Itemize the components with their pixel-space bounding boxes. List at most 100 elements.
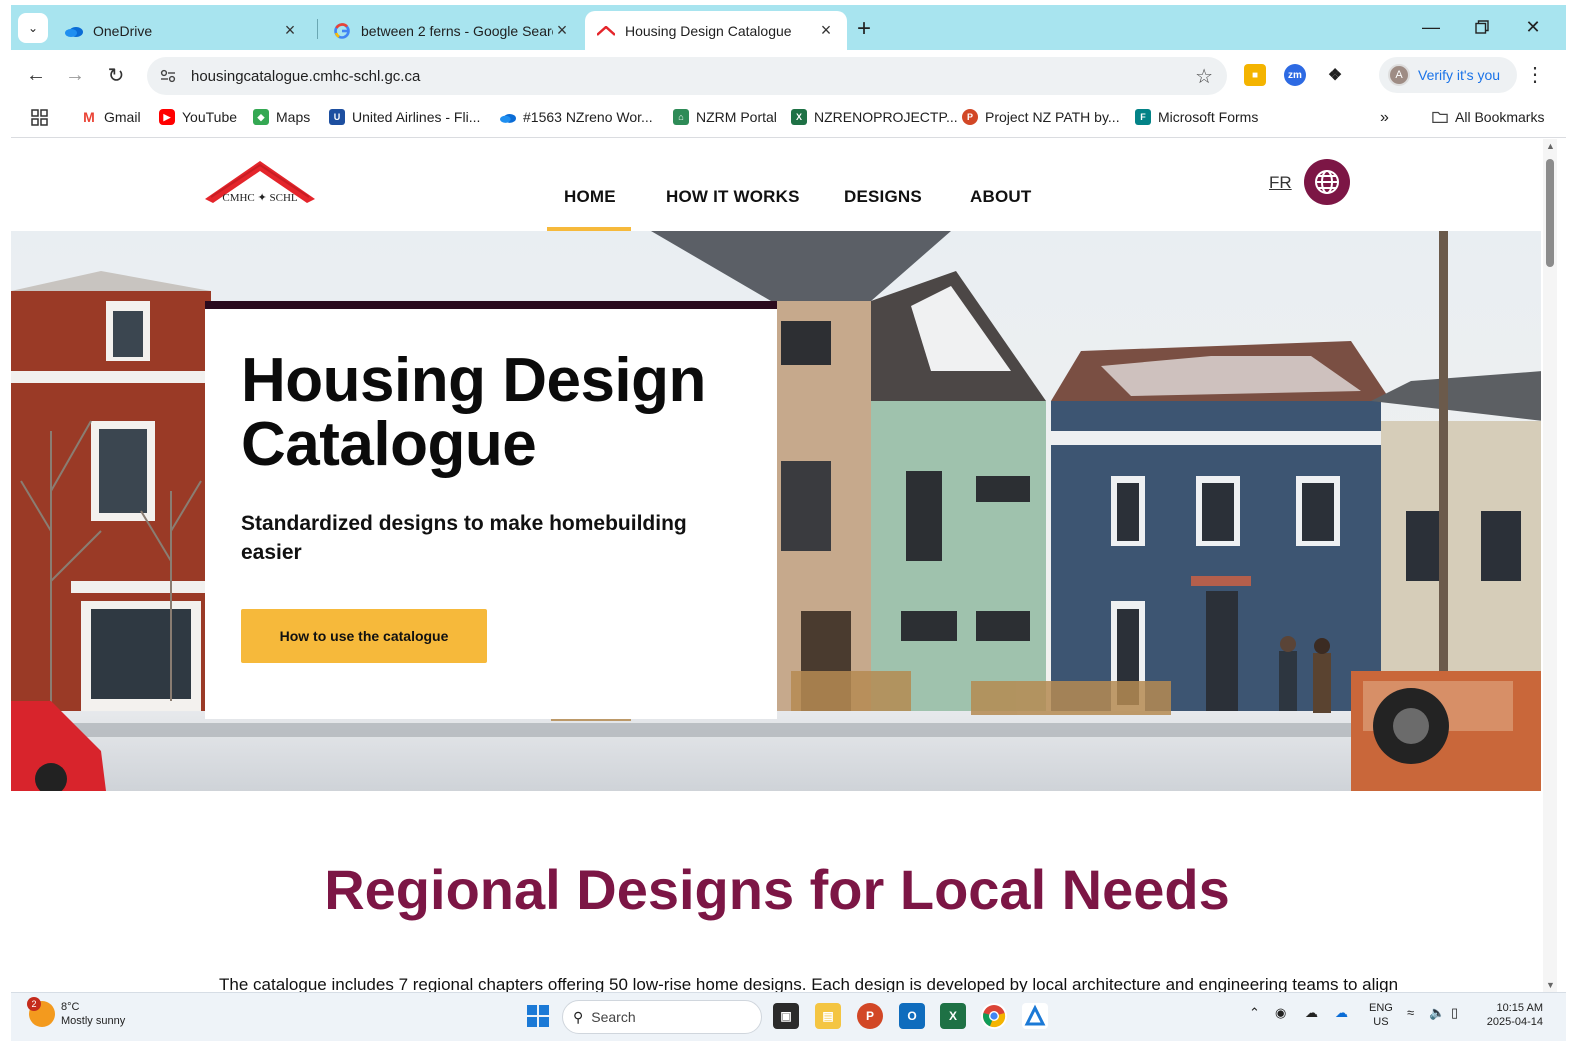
- cmhc-logo[interactable]: CMHC ✦ SCHL: [203, 157, 317, 209]
- windows-start-icon[interactable]: [525, 1003, 551, 1029]
- extension-sticky-icon[interactable]: ■: [1244, 64, 1266, 86]
- file-explorer-icon[interactable]: ▤: [815, 1003, 841, 1029]
- profile-button[interactable]: A Verify it's you: [1379, 57, 1517, 93]
- web-page: CMHC ✦ SCHL HOME HOW IT WORKS DESIGNS AB…: [11, 139, 1541, 992]
- tab-search-button[interactable]: ⌄: [18, 13, 48, 43]
- bookmark-microsoft-forms[interactable]: F Microsoft Forms: [1135, 109, 1258, 125]
- clock-time: 10:15 AM: [1496, 1002, 1543, 1014]
- scroll-down-arrow-icon[interactable]: ▼: [1546, 980, 1555, 990]
- taskbar-search[interactable]: ⚲ Search: [562, 1000, 762, 1034]
- globe-icon[interactable]: [1304, 159, 1350, 205]
- system-clock[interactable]: 10:15 AM 2025-04-14: [1481, 1001, 1543, 1029]
- wifi-icon[interactable]: ≈: [1407, 1005, 1414, 1020]
- chrome-icon[interactable]: [981, 1003, 1007, 1029]
- tray-app-icon[interactable]: ◉: [1275, 1005, 1286, 1021]
- bookmarks-bar: M Gmail ▶ YouTube ◆ Maps U United Airlin…: [11, 100, 1566, 138]
- restore-icon: [1475, 20, 1489, 34]
- bookmark-united[interactable]: U United Airlines - Fli...: [329, 109, 480, 125]
- tab-housing-catalogue[interactable]: Housing Design Catalogue ×: [585, 11, 847, 50]
- back-button[interactable]: ←: [23, 62, 49, 88]
- minimize-button[interactable]: —: [1411, 13, 1451, 41]
- bookmark-nzrenoprojectp[interactable]: X NZRENOPROJECTP...: [791, 109, 958, 125]
- all-bookmarks-label: All Bookmarks: [1455, 109, 1545, 125]
- close-icon[interactable]: ×: [553, 20, 571, 41]
- maps-icon: ◆: [253, 109, 269, 125]
- bookmark-label: Microsoft Forms: [1158, 109, 1259, 125]
- close-icon[interactable]: ×: [817, 20, 835, 41]
- sun-icon: 2: [27, 997, 55, 1027]
- nav-home[interactable]: HOME: [564, 187, 616, 207]
- volume-muted-icon[interactable]: 🔈: [1429, 1005, 1445, 1021]
- chevron-down-icon: ⌄: [27, 21, 39, 35]
- show-hidden-icons-chevron-icon[interactable]: ⌃: [1249, 1005, 1260, 1021]
- youtube-icon: ▶: [159, 109, 175, 125]
- bookmark-label: Gmail: [104, 109, 141, 125]
- search-icon: ⚲: [573, 1008, 584, 1025]
- close-icon[interactable]: ×: [281, 20, 299, 41]
- how-to-use-catalogue-button[interactable]: How to use the catalogue: [241, 609, 487, 663]
- new-tab-button[interactable]: +: [857, 15, 871, 43]
- avatar: A: [1388, 64, 1410, 86]
- bookmark-youtube[interactable]: ▶ YouTube: [159, 109, 237, 125]
- scroll-thumb[interactable]: [1546, 159, 1554, 267]
- browser-toolbar: ← → ↻ housingcatalogue.cmhc-schl.gc.ca ☆…: [11, 50, 1566, 100]
- bookmark-label: Project NZ PATH by...: [985, 109, 1120, 125]
- powerpoint-icon[interactable]: P: [857, 1003, 883, 1029]
- forward-button[interactable]: →: [62, 62, 88, 88]
- nav-how-it-works[interactable]: HOW IT WORKS: [666, 187, 800, 207]
- bookmark-gmail[interactable]: M Gmail: [81, 109, 141, 125]
- apps-grid-icon[interactable]: [31, 109, 48, 126]
- logo-wordmark: CMHC ✦ SCHL: [222, 192, 298, 204]
- profile-label: Verify it's you: [1418, 67, 1501, 83]
- browser-window: ⌄ OneDrive × between 2 ferns - Google Se…: [11, 5, 1566, 1041]
- weather-temp: 8°C: [61, 1001, 80, 1013]
- language-toggle-fr[interactable]: FR: [1269, 173, 1292, 193]
- nav-about[interactable]: ABOUT: [970, 187, 1031, 207]
- page-scrollbar[interactable]: ▲ ▼: [1543, 139, 1557, 992]
- bookmark-label: NZRM Portal: [696, 109, 777, 125]
- weather-widget[interactable]: 2 8°C Mostly sunny: [27, 997, 126, 1028]
- bookmark-label: YouTube: [182, 109, 238, 125]
- weather-desc: Mostly sunny: [61, 1015, 126, 1027]
- excel-icon[interactable]: X: [940, 1003, 966, 1029]
- input-language-indicator[interactable]: ENG US: [1369, 1001, 1393, 1029]
- battery-icon[interactable]: ▯: [1451, 1005, 1458, 1021]
- hero-subtitle: Standardized designs to make homebuildin…: [241, 512, 687, 564]
- excel-icon: X: [791, 109, 807, 125]
- tab-title: between 2 ferns - Google Searc: [361, 22, 553, 39]
- app-icon[interactable]: [1022, 1003, 1048, 1029]
- powerpoint-icon: P: [962, 109, 978, 125]
- reload-button[interactable]: ↻: [103, 62, 129, 88]
- bookmark-maps[interactable]: ◆ Maps: [253, 109, 310, 125]
- hero-title: Housing Design Catalogue: [241, 346, 706, 479]
- bookmark-label: #1563 NZreno Wor...: [523, 109, 653, 125]
- bookmark-nzreno-work[interactable]: #1563 NZreno Wor...: [500, 109, 653, 125]
- regional-designs-text: The catalogue includes 7 regional chapte…: [219, 975, 1399, 992]
- nzrm-icon: ⌂: [673, 109, 689, 125]
- extensions-puzzle-icon[interactable]: ❖: [1324, 64, 1346, 86]
- hero-banner: Housing Design Catalogue Standardized de…: [11, 231, 1541, 791]
- bookmark-nzrm-portal[interactable]: ⌂ NZRM Portal: [673, 109, 777, 125]
- more-bookmarks-chevron-icon[interactable]: »: [1380, 109, 1389, 127]
- all-bookmarks-button[interactable]: All Bookmarks: [1432, 109, 1544, 125]
- nav-designs[interactable]: DESIGNS: [844, 187, 922, 207]
- restore-button[interactable]: [1462, 13, 1502, 41]
- url-text[interactable]: housingcatalogue.cmhc-schl.gc.ca: [191, 68, 1195, 85]
- browser-menu-icon[interactable]: ⋮: [1525, 62, 1545, 87]
- scroll-up-arrow-icon[interactable]: ▲: [1546, 141, 1555, 151]
- bookmark-project-nz-path[interactable]: P Project NZ PATH by...: [962, 109, 1120, 125]
- task-view-icon[interactable]: ▣: [773, 1003, 799, 1029]
- language-code: ENG: [1369, 1002, 1393, 1014]
- cloud-icon[interactable]: ☁: [1305, 1005, 1318, 1021]
- tab-title: OneDrive: [93, 22, 153, 39]
- address-bar[interactable]: housingcatalogue.cmhc-schl.gc.ca ☆: [147, 57, 1227, 95]
- extension-zoom-icon[interactable]: zm: [1284, 64, 1306, 86]
- bookmark-star-icon[interactable]: ☆: [1195, 64, 1213, 89]
- windows-taskbar: 2 8°C Mostly sunny ⚲ Search ▣ ▤ P O X ⌃ …: [11, 992, 1566, 1041]
- outlook-icon[interactable]: O: [899, 1003, 925, 1029]
- site-info-icon[interactable]: [157, 65, 179, 87]
- close-window-button[interactable]: ✕: [1513, 13, 1553, 41]
- tab-google-search[interactable]: between 2 ferns - Google Searc ×: [321, 11, 583, 50]
- onedrive-icon[interactable]: ☁: [1335, 1005, 1348, 1021]
- tab-onedrive[interactable]: OneDrive ×: [53, 11, 311, 50]
